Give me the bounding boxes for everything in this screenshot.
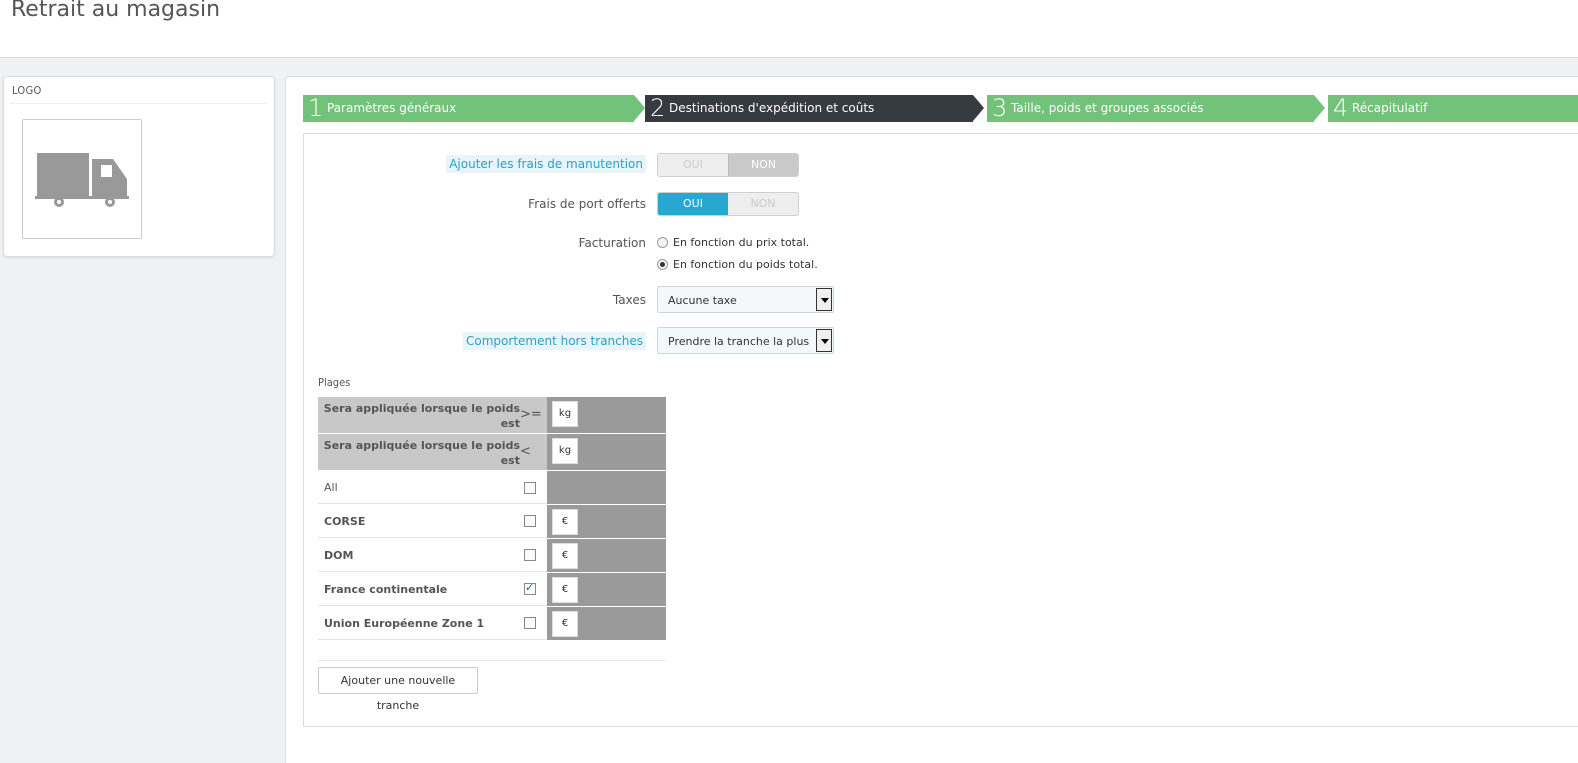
switch-option-non[interactable]: NON	[728, 193, 798, 215]
page-title: Retrait au magasin	[11, 0, 221, 22]
logo-heading: LOGO	[12, 84, 42, 97]
chevron-down-icon[interactable]	[816, 288, 832, 311]
zone-label: All	[324, 481, 338, 494]
range-operator: <	[520, 444, 531, 459]
zone-label: France continentale	[324, 583, 448, 596]
step-3[interactable]: 3 Taille, poids et groupes associés	[987, 94, 1325, 122]
zone-checkbox[interactable]	[524, 549, 536, 561]
zone-row-dom: DOM €	[318, 539, 666, 572]
zone-checkbox[interactable]	[524, 515, 536, 527]
zone-label: CORSE	[324, 515, 366, 528]
zone-price-input[interactable]: €	[552, 611, 578, 637]
handling-fees-label: Ajouter les frais de manutention	[446, 155, 646, 173]
plages-label: Plages	[318, 376, 351, 389]
zone-label: Union Européenne Zone 1	[324, 617, 485, 630]
range-min-row: Sera appliquée lorsque le poids est >= k…	[318, 397, 666, 433]
divider	[10, 103, 268, 104]
radio-label: En fonction du prix total.	[673, 236, 810, 249]
divider	[318, 605, 547, 606]
billing-option-price[interactable]: En fonction du prix total.	[657, 236, 809, 249]
range-max-input[interactable]: kg	[552, 438, 578, 464]
step-label: Récapitulatif	[1352, 101, 1428, 115]
free-shipping-switch[interactable]: OUI NON	[657, 192, 799, 216]
zone-label: DOM	[324, 549, 354, 562]
zone-cell: €	[547, 539, 666, 572]
zone-checkbox[interactable]	[524, 482, 536, 494]
select-value: Prendre la tranche la plus grande	[668, 335, 813, 348]
truck-icon	[35, 153, 129, 207]
zone-row-union-europeenne-zone-1: Union Européenne Zone 1 €	[318, 607, 666, 640]
switch-option-oui[interactable]: OUI	[658, 193, 728, 215]
logo-image[interactable]	[22, 119, 142, 239]
radio-button[interactable]	[657, 237, 668, 248]
range-condition-label: Sera appliquée lorsque le poids est	[318, 434, 547, 470]
step-arrow	[1314, 95, 1325, 121]
radio-button[interactable]	[657, 259, 668, 270]
zone-price-input[interactable]: €	[552, 577, 578, 603]
step-label: Destinations d'expédition et coûts	[669, 101, 875, 115]
step-number: 2	[650, 94, 666, 122]
zone-cell: €	[547, 573, 666, 606]
zone-row-france-continentale: France continentale €	[318, 573, 666, 606]
switch-option-oui[interactable]: OUI	[658, 154, 728, 176]
step-arrow	[973, 95, 984, 121]
divider	[318, 571, 547, 572]
divider	[318, 537, 547, 538]
step-2[interactable]: 2 Destinations d'expédition et coûts	[645, 94, 984, 122]
switch-option-non[interactable]: NON	[728, 154, 798, 176]
step-arrow	[634, 95, 645, 121]
range-cell: kg	[547, 397, 666, 433]
out-of-range-select[interactable]: Prendre la tranche la plus grande	[657, 327, 834, 354]
zone-price-input[interactable]: €	[552, 543, 578, 569]
radio-label: En fonction du poids total.	[673, 258, 818, 271]
zone-row-all: All	[318, 471, 666, 504]
range-min-input[interactable]: kg	[552, 401, 578, 427]
page-header: Retrait au magasin	[0, 0, 1578, 58]
billing-option-weight[interactable]: En fonction du poids total.	[657, 258, 818, 271]
step-number: 4	[1333, 94, 1349, 122]
chevron-down-icon[interactable]	[816, 329, 832, 352]
range-cell: kg	[547, 434, 666, 470]
zone-cell	[547, 471, 666, 504]
wizard-steps: 1 Paramètres généraux 2 Destinations d'e…	[303, 94, 1578, 122]
zone-cell: €	[547, 505, 666, 538]
free-shipping-label: Frais de port offerts	[528, 197, 646, 211]
step-label: Taille, poids et groupes associés	[1011, 101, 1204, 115]
billing-label: Facturation	[578, 236, 646, 250]
range-max-row: Sera appliquée lorsque le poids est < kg	[318, 434, 666, 470]
divider	[318, 639, 547, 640]
range-condition-label: Sera appliquée lorsque le poids est	[318, 397, 547, 433]
taxes-label: Taxes	[612, 293, 646, 307]
zone-price-input[interactable]: €	[552, 509, 578, 535]
taxes-select[interactable]: Aucune taxe	[657, 286, 834, 313]
zone-row-corse: CORSE €	[318, 505, 666, 538]
out-of-range-label: Comportement hors tranches	[463, 332, 646, 350]
step-number: 1	[308, 94, 324, 122]
add-range-button[interactable]: Ajouter une nouvelle tranche	[318, 667, 478, 712]
step-1[interactable]: 1 Paramètres généraux	[303, 94, 645, 122]
step-label: Paramètres généraux	[327, 101, 457, 115]
select-value: Aucune taxe	[668, 294, 737, 307]
step-4[interactable]: 4 Récapitulatif	[1328, 94, 1578, 122]
divider	[318, 660, 666, 661]
step-number: 3	[992, 94, 1008, 122]
logo-panel: LOGO	[3, 76, 275, 257]
handling-fees-switch[interactable]: OUI NON	[657, 153, 799, 177]
zone-checkbox[interactable]	[524, 617, 536, 629]
range-operator: >=	[520, 407, 542, 422]
zone-checkbox[interactable]	[524, 581, 536, 595]
divider	[318, 503, 547, 504]
zone-cell: €	[547, 607, 666, 640]
